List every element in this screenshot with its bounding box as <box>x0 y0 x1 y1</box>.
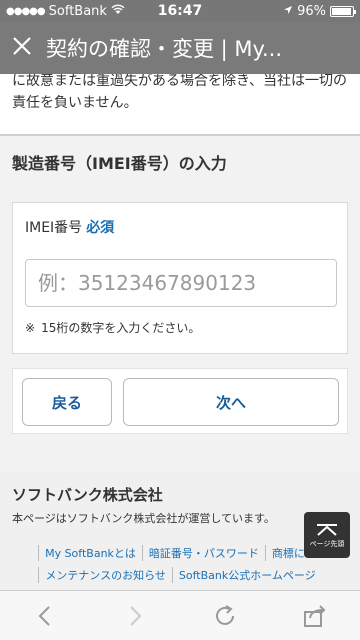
imei-form-box: IMEI番号必須 ※ 15桁の数字を入力ください。 <box>12 202 348 354</box>
back-arrow-icon[interactable] <box>25 596 65 636</box>
link-my-softbank[interactable]: My SoftBankとは <box>38 545 142 561</box>
imei-label-text: IMEI番号 <box>25 220 83 236</box>
button-row: 戻る 次へ <box>12 368 348 434</box>
link-maintenance[interactable]: メンテナンスのお知らせ <box>38 567 172 583</box>
close-icon[interactable] <box>12 35 46 61</box>
status-bar: ●●●●● SoftBank 16:47 96% <box>0 0 360 22</box>
page-top-label: ページ先頭 <box>309 540 345 548</box>
location-arrow-icon <box>283 4 293 19</box>
browser-toolbar <box>0 590 360 640</box>
status-right: 96% <box>283 3 356 19</box>
share-icon[interactable] <box>295 596 335 636</box>
page-content: に故意または重過失がある場合を除き、当社は一切の責任を負いません。 製造番号（I… <box>0 74 360 590</box>
battery-icon <box>330 5 356 17</box>
note-mark: ※ <box>25 321 36 335</box>
link-pin-password[interactable]: 暗証番号・パスワード <box>141 545 265 561</box>
footer-company: ソフトバンク株式会社 <box>12 486 163 504</box>
imei-label: IMEI番号 必須 <box>25 217 114 237</box>
back-button[interactable]: 戻る <box>22 378 112 426</box>
link-official-site[interactable]: SoftBank公式ホームページ <box>171 567 322 583</box>
chevron-up-icon <box>317 524 337 536</box>
title-bar: 契約の確認・変更 | My... <box>0 22 360 74</box>
required-badge: 必須 <box>86 220 115 236</box>
imei-note: ※ 15桁の数字を入力ください。 <box>25 319 200 336</box>
battery-percent: 96% <box>297 3 326 19</box>
page-title: 契約の確認・変更 | My... <box>46 37 283 61</box>
section-title: 製造番号（IMEI番号）の入力 <box>0 134 360 188</box>
forward-arrow-icon[interactable] <box>115 596 155 636</box>
page-top-button[interactable]: ページ先頭 <box>304 512 350 558</box>
imei-note-text: 15桁の数字を入力ください。 <box>41 321 201 335</box>
footer-description: 本ページはソフトバンク株式会社が運営しています。 <box>12 512 275 525</box>
next-button[interactable]: 次へ <box>123 378 339 426</box>
imei-input[interactable] <box>25 259 337 307</box>
reload-icon[interactable] <box>205 596 245 636</box>
disclaimer-text: に故意または重過失がある場合を除き、当社は一切の責任を負いません。 <box>12 74 348 111</box>
footer-link-row-2: メンテナンスのお知らせ SoftBank公式ホームページ <box>0 564 360 586</box>
